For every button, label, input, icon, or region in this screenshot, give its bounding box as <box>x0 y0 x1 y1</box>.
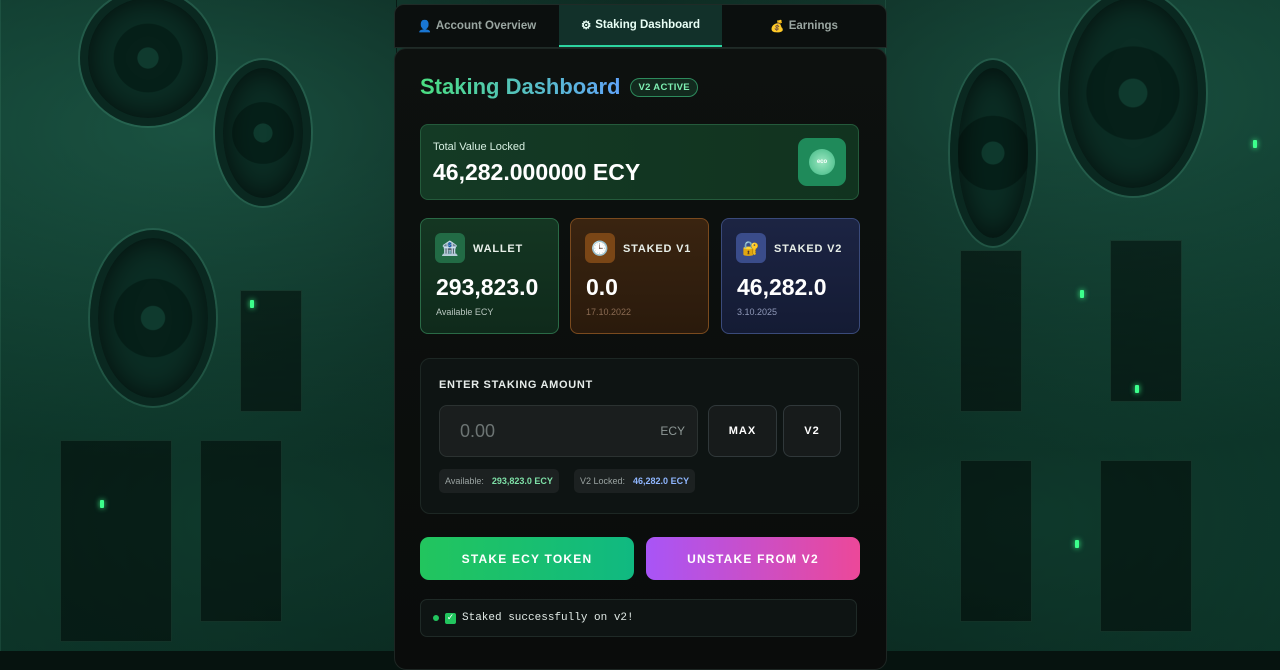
gear-icon: ⚙ <box>580 20 592 32</box>
staked-v1-stat-card: 🕒 STAKED V1 0.0 17.10.2022 <box>570 218 709 334</box>
tvl-value: 46,282.000000 ECY <box>433 159 641 185</box>
token-logo-text: eco <box>809 149 835 175</box>
status-text: Staked successfully on v2! <box>462 612 634 624</box>
check-icon: ✓ <box>445 612 456 624</box>
tab-label: Earnings <box>788 20 838 32</box>
status-dot-icon <box>433 615 439 621</box>
stat-value: 46,282.0 <box>737 274 827 300</box>
chip-value: 46,282.0 ECY <box>633 476 690 486</box>
clock-icon: 🕒 <box>585 233 615 263</box>
stat-value: 293,823.0 <box>436 274 539 300</box>
lock-icon: 🔐 <box>736 233 766 263</box>
total-value-locked-card: Total Value Locked 46,282.000000 ECY eco <box>420 124 859 200</box>
section-heading: ENTER STAKING AMOUNT <box>439 379 593 391</box>
tab-bar: 👤 Account Overview ⚙ Staking Dashboard 💰… <box>394 4 887 48</box>
title-row: Staking Dashboard V2 ACTIVE <box>420 74 698 100</box>
staking-panel: 👤 Account Overview ⚙ Staking Dashboard 💰… <box>394 4 887 670</box>
tab-label: Staking Dashboard <box>595 19 701 31</box>
user-icon: 👤 <box>417 21 432 33</box>
chip-label: V2 Locked: <box>580 476 626 486</box>
chip-label: Available: <box>445 476 484 486</box>
stake-button[interactable]: STAKE ECY TOKEN <box>420 537 634 580</box>
amount-input-wrapper: ECY <box>439 405 698 457</box>
bank-icon: 🏦 <box>435 233 465 263</box>
version-badge: V2 ACTIVE <box>630 77 698 97</box>
tab-earnings[interactable]: 💰 Earnings <box>722 5 886 47</box>
money-bag-icon: 💰 <box>770 21 785 33</box>
page-title: Staking Dashboard <box>420 74 621 99</box>
staking-amount-section: ENTER STAKING AMOUNT ECY MAX V2 Availabl… <box>420 358 859 514</box>
staked-v2-stat-card: 🔐 STAKED V2 46,282.0 3.10.2025 <box>721 218 860 334</box>
stat-subtext: 3.10.2025 <box>737 307 778 317</box>
version-select-button[interactable]: V2 <box>783 405 841 457</box>
available-balance-chip: Available: 293,823.0 ECY <box>439 469 559 493</box>
tvl-label: Total Value Locked <box>433 141 526 153</box>
tab-label: Account Overview <box>435 20 537 32</box>
stat-name: WALLET <box>473 243 524 255</box>
amount-input[interactable] <box>440 406 662 456</box>
stat-value: 0.0 <box>586 274 618 300</box>
wallet-stat-card: 🏦 WALLET 293,823.0 Available ECY <box>420 218 559 334</box>
stat-subtext: 17.10.2022 <box>586 307 632 317</box>
status-message: ✓ Staked successfully on v2! <box>420 599 857 637</box>
unstake-button[interactable]: UNSTAKE FROM V2 <box>646 537 860 580</box>
tab-staking-dashboard[interactable]: ⚙ Staking Dashboard <box>558 5 723 47</box>
chip-value: 293,823.0 ECY <box>491 476 553 486</box>
unit-label: ECY <box>660 424 685 438</box>
max-button[interactable]: MAX <box>708 405 777 457</box>
stat-name: STAKED V2 <box>774 243 843 255</box>
stat-subtext: Available ECY <box>436 307 494 317</box>
token-logo: eco <box>798 138 846 186</box>
tab-account-overview[interactable]: 👤 Account Overview <box>395 5 559 47</box>
stat-name: STAKED V1 <box>623 243 692 255</box>
locked-balance-chip: V2 Locked: 46,282.0 ECY <box>574 469 696 493</box>
